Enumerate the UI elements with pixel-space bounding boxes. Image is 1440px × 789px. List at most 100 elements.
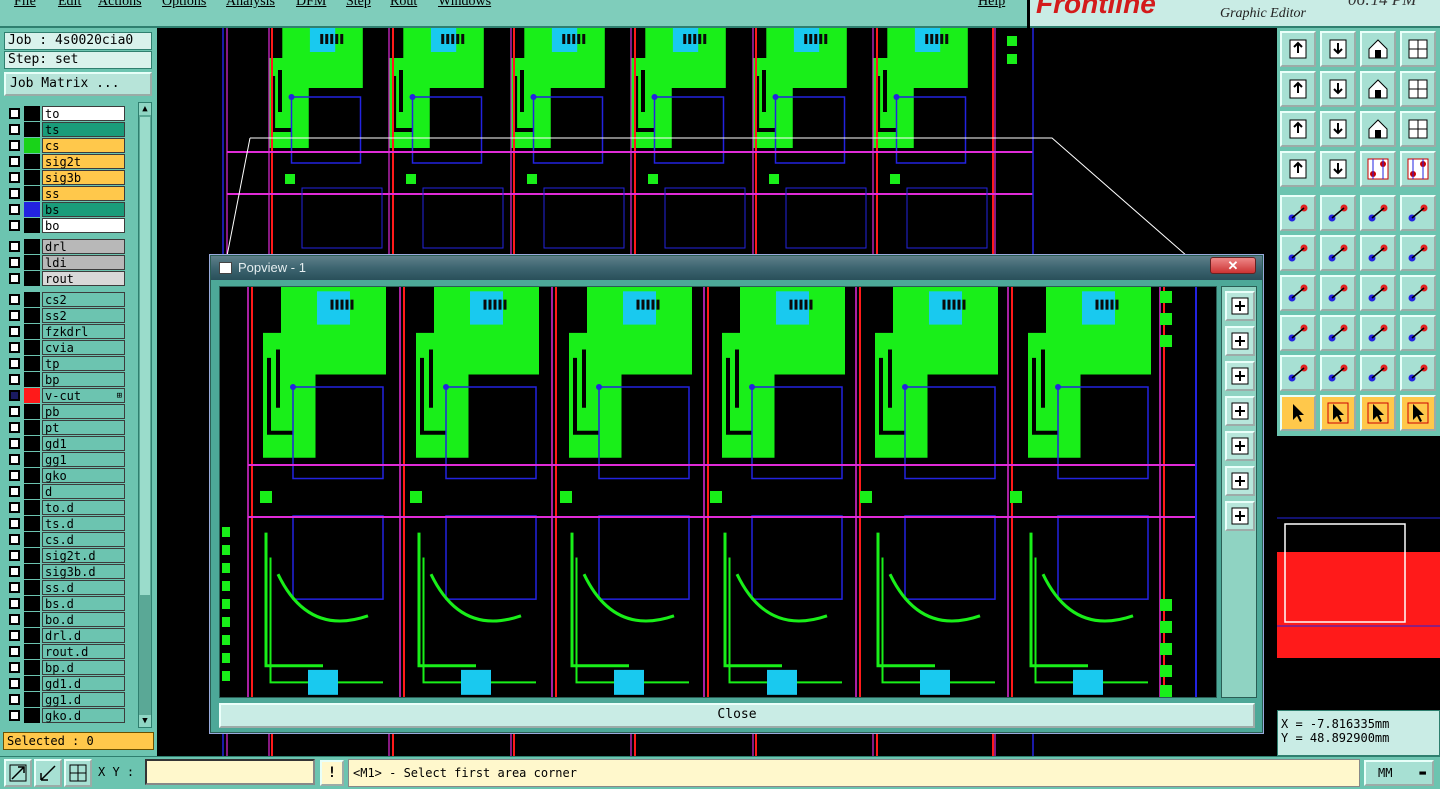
layer-checkbox[interactable] xyxy=(9,678,20,689)
layer-checkbox[interactable] xyxy=(9,124,20,135)
layer-name[interactable]: d xyxy=(42,484,125,499)
layer-color-swatch[interactable] xyxy=(24,138,40,153)
layer-name[interactable]: ts.d xyxy=(42,516,125,531)
layer-checkbox[interactable] xyxy=(9,566,20,577)
layer-name[interactable]: rout xyxy=(42,271,125,286)
popview-pan-button[interactable] xyxy=(1225,501,1255,531)
layer-name[interactable]: gko.d xyxy=(42,708,125,723)
layer-row-sig2t.d[interactable]: sig2t.d xyxy=(4,548,125,563)
layer-checkbox[interactable] xyxy=(9,156,20,167)
menu-windows[interactable]: Windows xyxy=(438,0,491,10)
layer-color-swatch[interactable] xyxy=(24,596,40,611)
popview-left-button[interactable] xyxy=(1225,396,1255,426)
layer-checkbox[interactable] xyxy=(9,710,20,721)
layer-checkbox[interactable] xyxy=(9,518,20,529)
layer-color-swatch[interactable] xyxy=(24,154,40,169)
layer-checkbox[interactable] xyxy=(9,273,20,284)
layer-color-swatch[interactable] xyxy=(24,340,40,355)
tool-line-button[interactable] xyxy=(1320,275,1356,311)
tool-point-button[interactable] xyxy=(1400,235,1436,271)
layer-name[interactable]: sig3b.d xyxy=(42,564,125,579)
tool-angle-button[interactable] xyxy=(1280,275,1316,311)
tool-triangle-button[interactable] xyxy=(1280,355,1316,391)
layer-name[interactable]: pt xyxy=(42,420,125,435)
layer-name[interactable]: bp xyxy=(42,372,125,387)
layer-checkbox[interactable] xyxy=(9,140,20,151)
tool-rotate-button[interactable] xyxy=(1360,275,1396,311)
layer-color-swatch[interactable] xyxy=(24,404,40,419)
layer-checkbox[interactable] xyxy=(9,486,20,497)
layer-checkbox[interactable] xyxy=(9,646,20,657)
layer-row-sig3b.d[interactable]: sig3b.d xyxy=(4,564,125,579)
layer-checkbox[interactable] xyxy=(9,694,20,705)
layer-row-to[interactable]: to xyxy=(4,106,125,121)
tool-align-right-button[interactable] xyxy=(1320,71,1356,107)
tool-peak-button[interactable] xyxy=(1320,355,1356,391)
layer-checkbox[interactable] xyxy=(9,630,20,641)
tool-download-button[interactable] xyxy=(1320,31,1356,67)
layer-row-cs2[interactable]: cs2 xyxy=(4,292,125,307)
layer-row-gd1[interactable]: gd1 xyxy=(4,436,125,451)
layer-name[interactable]: gd1.d xyxy=(42,676,125,691)
layer-checkbox[interactable] xyxy=(9,294,20,305)
layer-row-rout.d[interactable]: rout.d xyxy=(4,644,125,659)
tool-zoom-button[interactable] xyxy=(1320,111,1356,147)
layer-checkbox[interactable] xyxy=(9,470,20,481)
popview-titlebar[interactable]: Popview - 1 ✕ xyxy=(211,256,1262,280)
tool-arrow-right-button[interactable] xyxy=(1400,355,1436,391)
tool-center-button[interactable] xyxy=(1360,315,1396,351)
layer-row-drl.d[interactable]: drl.d xyxy=(4,628,125,643)
layer-name[interactable]: drl xyxy=(42,239,125,254)
tool-text-button[interactable] xyxy=(1400,275,1436,311)
layer-checkbox[interactable] xyxy=(9,422,20,433)
layer-name[interactable]: fzkdrl xyxy=(42,324,125,339)
layer-checkbox[interactable] xyxy=(9,326,20,337)
layer-row-ss[interactable]: ss xyxy=(4,186,125,201)
menu-options[interactable]: Options xyxy=(162,0,206,10)
expand-icon[interactable]: ⊞ xyxy=(117,389,122,404)
overview-map[interactable] xyxy=(1277,436,1440,710)
tool-ruler-button[interactable] xyxy=(1360,195,1396,231)
menu-help[interactable]: Help xyxy=(978,0,1005,10)
close-button[interactable]: Close xyxy=(219,703,1255,728)
layer-name[interactable]: gd1 xyxy=(42,436,125,451)
layer-row-v-cut[interactable]: v-cut ⊞ xyxy=(4,388,125,403)
layer-row-ts.d[interactable]: ts.d xyxy=(4,516,125,531)
layer-color-swatch[interactable] xyxy=(24,388,40,403)
tool-group-button[interactable] xyxy=(1400,315,1436,351)
tool-probe-button[interactable] xyxy=(1320,151,1356,187)
layer-checkbox[interactable] xyxy=(9,374,20,385)
tool-select-lasso-button[interactable] xyxy=(1360,395,1396,431)
layer-color-swatch[interactable] xyxy=(24,356,40,371)
tool-minus-button[interactable] xyxy=(1320,315,1356,351)
layer-name[interactable]: tp xyxy=(42,356,125,371)
layer-row-bs[interactable]: bs xyxy=(4,202,125,217)
tool-layer-a-button[interactable] xyxy=(1360,151,1396,187)
menu-rout[interactable]: Rout xyxy=(390,0,417,10)
scroll-thumb[interactable] xyxy=(140,117,150,595)
layer-row-pt[interactable]: pt xyxy=(4,420,125,435)
measure-button[interactable] xyxy=(34,759,62,787)
tool-layer-b-button[interactable] xyxy=(1400,151,1436,187)
layer-name[interactable]: drl.d xyxy=(42,628,125,643)
layer-list-scrollbar[interactable]: ▲ ▼ xyxy=(138,102,152,728)
layer-checkbox[interactable] xyxy=(9,502,20,513)
tool-feature-button[interactable] xyxy=(1280,195,1316,231)
layer-row-ss2[interactable]: ss2 xyxy=(4,308,125,323)
layer-row-cvia[interactable]: cvia xyxy=(4,340,125,355)
layer-color-swatch[interactable] xyxy=(24,255,40,270)
layer-color-swatch[interactable] xyxy=(24,484,40,499)
units-select[interactable]: MM ▬ xyxy=(1364,760,1434,786)
layer-name[interactable]: to.d xyxy=(42,500,125,515)
popview-fit-button[interactable] xyxy=(1225,291,1255,321)
layer-name[interactable]: cs xyxy=(42,138,125,153)
layer-checkbox[interactable] xyxy=(9,390,20,401)
layer-color-swatch[interactable] xyxy=(24,500,40,515)
tool-swap-button[interactable] xyxy=(1360,71,1396,107)
tool-fit-button[interactable] xyxy=(1280,111,1316,147)
layer-row-bo[interactable]: bo xyxy=(4,218,125,233)
tool-cross-button[interactable] xyxy=(1320,235,1356,271)
layer-name[interactable]: bp.d xyxy=(42,660,125,675)
layer-row-rout[interactable]: rout xyxy=(4,271,125,286)
layer-name[interactable]: bo xyxy=(42,218,125,233)
